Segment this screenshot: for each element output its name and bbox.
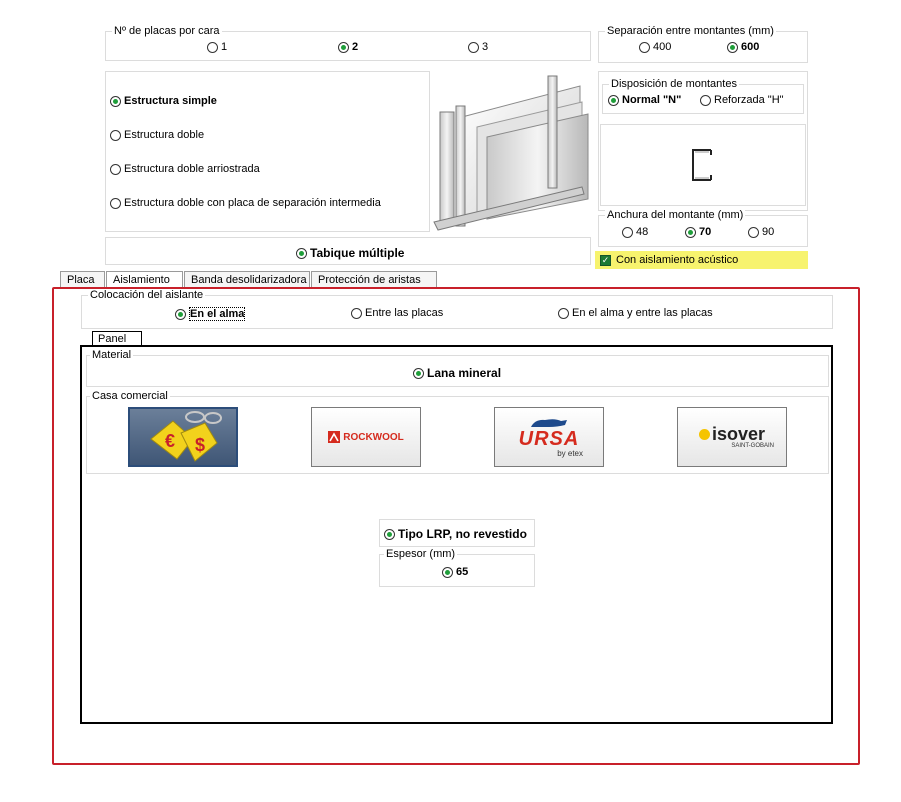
disposicion-legend: Disposición de montantes [609, 78, 739, 90]
estructura-doble[interactable]: Estructura doble [110, 129, 204, 141]
radio-icon [622, 226, 633, 238]
radio-checked-icon [338, 41, 349, 53]
espesor-group: Espesor (mm) 65 [379, 548, 535, 587]
casa-legend: Casa comercial [90, 390, 170, 402]
isover-label: ISOVER [711, 424, 766, 444]
material-lana-mineral[interactable]: Lana mineral [413, 366, 501, 380]
radio-checked-icon [110, 95, 121, 107]
estructura-doble-arriostrada[interactable]: Estructura doble arriostrada [110, 163, 260, 175]
estructura-group: Estructura simple Estructura doble Estru… [105, 71, 430, 232]
price-tags-icon: € $ [150, 411, 222, 462]
disposicion-group: Disposición de montantes Normal "N" Refo… [598, 71, 808, 211]
radio-checked-icon [175, 308, 186, 320]
tab-proteccion-aristas[interactable]: Protección de aristas [311, 271, 437, 288]
radio-checked-icon [442, 566, 453, 578]
radio-icon [700, 94, 711, 106]
colocacion-entre-placas[interactable]: Entre las placas [351, 307, 443, 319]
anchura-option-48[interactable]: 48 [622, 226, 648, 238]
radio-checked-icon [685, 226, 696, 238]
radio-icon [468, 41, 479, 53]
radio-checked-icon [384, 528, 395, 540]
acoustic-checkbox[interactable]: ✓ Con aislamiento acústico [600, 254, 738, 266]
radio-checked-icon [296, 247, 307, 259]
checkmark-icon: ✓ [600, 254, 611, 266]
separacion-option-400[interactable]: 400 [639, 41, 671, 53]
placas-option-1[interactable]: 1 [207, 41, 227, 53]
material-legend: Material [90, 349, 134, 361]
wall-structure-image [433, 75, 589, 231]
anchura-option-90[interactable]: 90 [748, 226, 774, 238]
separacion-legend: Separación entre montantes (mm) [605, 25, 776, 37]
radio-checked-icon [608, 94, 619, 106]
brand-isover-button[interactable]: ISOVER SAINT-GOBAIN [677, 407, 787, 467]
polar-bear-icon [531, 418, 567, 427]
placas-option-3[interactable]: 3 [468, 41, 488, 53]
separacion-group: Separación entre montantes (mm) 400 600 [598, 25, 808, 63]
radio-icon [110, 129, 121, 141]
radio-checked-icon [413, 367, 424, 379]
colocacion-en-el-alma[interactable]: En el alma [175, 307, 246, 321]
ursa-label: URSA [518, 427, 580, 450]
disposicion-normal[interactable]: Normal "N" [608, 94, 681, 106]
brand-generic-price-button[interactable]: € $ [128, 407, 238, 467]
c-profile-icon [692, 149, 712, 181]
isover-logo: ISOVER [698, 424, 766, 444]
ursa-sub-label: by etex [557, 448, 583, 458]
dollar-symbol: $ [195, 435, 205, 455]
radio-icon [351, 307, 362, 319]
radio-checked-icon [727, 41, 738, 53]
radio-icon [110, 197, 121, 209]
placas-group: Nº de placas por cara 1 2 3 [105, 25, 591, 61]
estructura-simple[interactable]: Estructura simple [110, 95, 217, 107]
colocacion-group: Colocación del aislante En el alma Entre… [81, 289, 833, 329]
radio-icon [558, 307, 569, 319]
disposicion-reforzada[interactable]: Reforzada "H" [700, 94, 784, 106]
placas-legend: Nº de placas por cara [112, 25, 222, 37]
separacion-option-600[interactable]: 600 [727, 41, 759, 53]
anchura-option-70[interactable]: 70 [685, 226, 711, 238]
rockwool-logo-icon [328, 431, 341, 443]
espesor-legend: Espesor (mm) [384, 548, 458, 560]
radio-icon [639, 41, 650, 53]
radio-icon [207, 41, 218, 53]
material-group: Material Lana mineral [86, 349, 829, 387]
rockwool-label: ROCKWOOL [343, 431, 404, 443]
colocacion-legend: Colocación del aislante [88, 289, 206, 301]
anchura-group: Anchura del montante (mm) 48 70 90 [598, 209, 808, 247]
colocacion-alma-y-placas[interactable]: En el alma y entre las placas [558, 307, 713, 319]
tab-banda-desolidarizadora[interactable]: Banda desolidarizadora [184, 271, 310, 288]
tab-placa[interactable]: Placa [60, 271, 105, 288]
brand-ursa-button[interactable]: URSA by etex [494, 407, 604, 467]
placas-option-2[interactable]: 2 [338, 41, 358, 53]
tipo-group: Tipo LRP, no revestido [379, 519, 535, 547]
brand-rockwool-button[interactable]: ROCKWOOL [311, 407, 421, 467]
euro-symbol: € [165, 431, 175, 451]
tab-panel[interactable]: Panel [92, 331, 142, 346]
radio-icon [748, 226, 759, 238]
anchura-legend: Anchura del montante (mm) [605, 209, 746, 221]
espesor-option-65[interactable]: 65 [442, 566, 468, 578]
profile-preview [600, 124, 806, 206]
estructura-doble-placa-intermedia[interactable]: Estructura doble con placa de separación… [110, 197, 381, 209]
tipo-lrp-no-revestido[interactable]: Tipo LRP, no revestido [384, 527, 527, 541]
tabique-multiple[interactable]: Tabique múltiple [296, 246, 404, 260]
radio-icon [110, 163, 121, 175]
tabique-group: Tabique múltiple [105, 237, 591, 265]
isover-sub-label: SAINT-GOBAIN [731, 443, 774, 449]
disposicion-options: Disposición de montantes Normal "N" Refo… [602, 78, 804, 114]
isover-dot-icon [698, 428, 710, 440]
tab-aislamiento[interactable]: Aislamiento [106, 271, 183, 288]
